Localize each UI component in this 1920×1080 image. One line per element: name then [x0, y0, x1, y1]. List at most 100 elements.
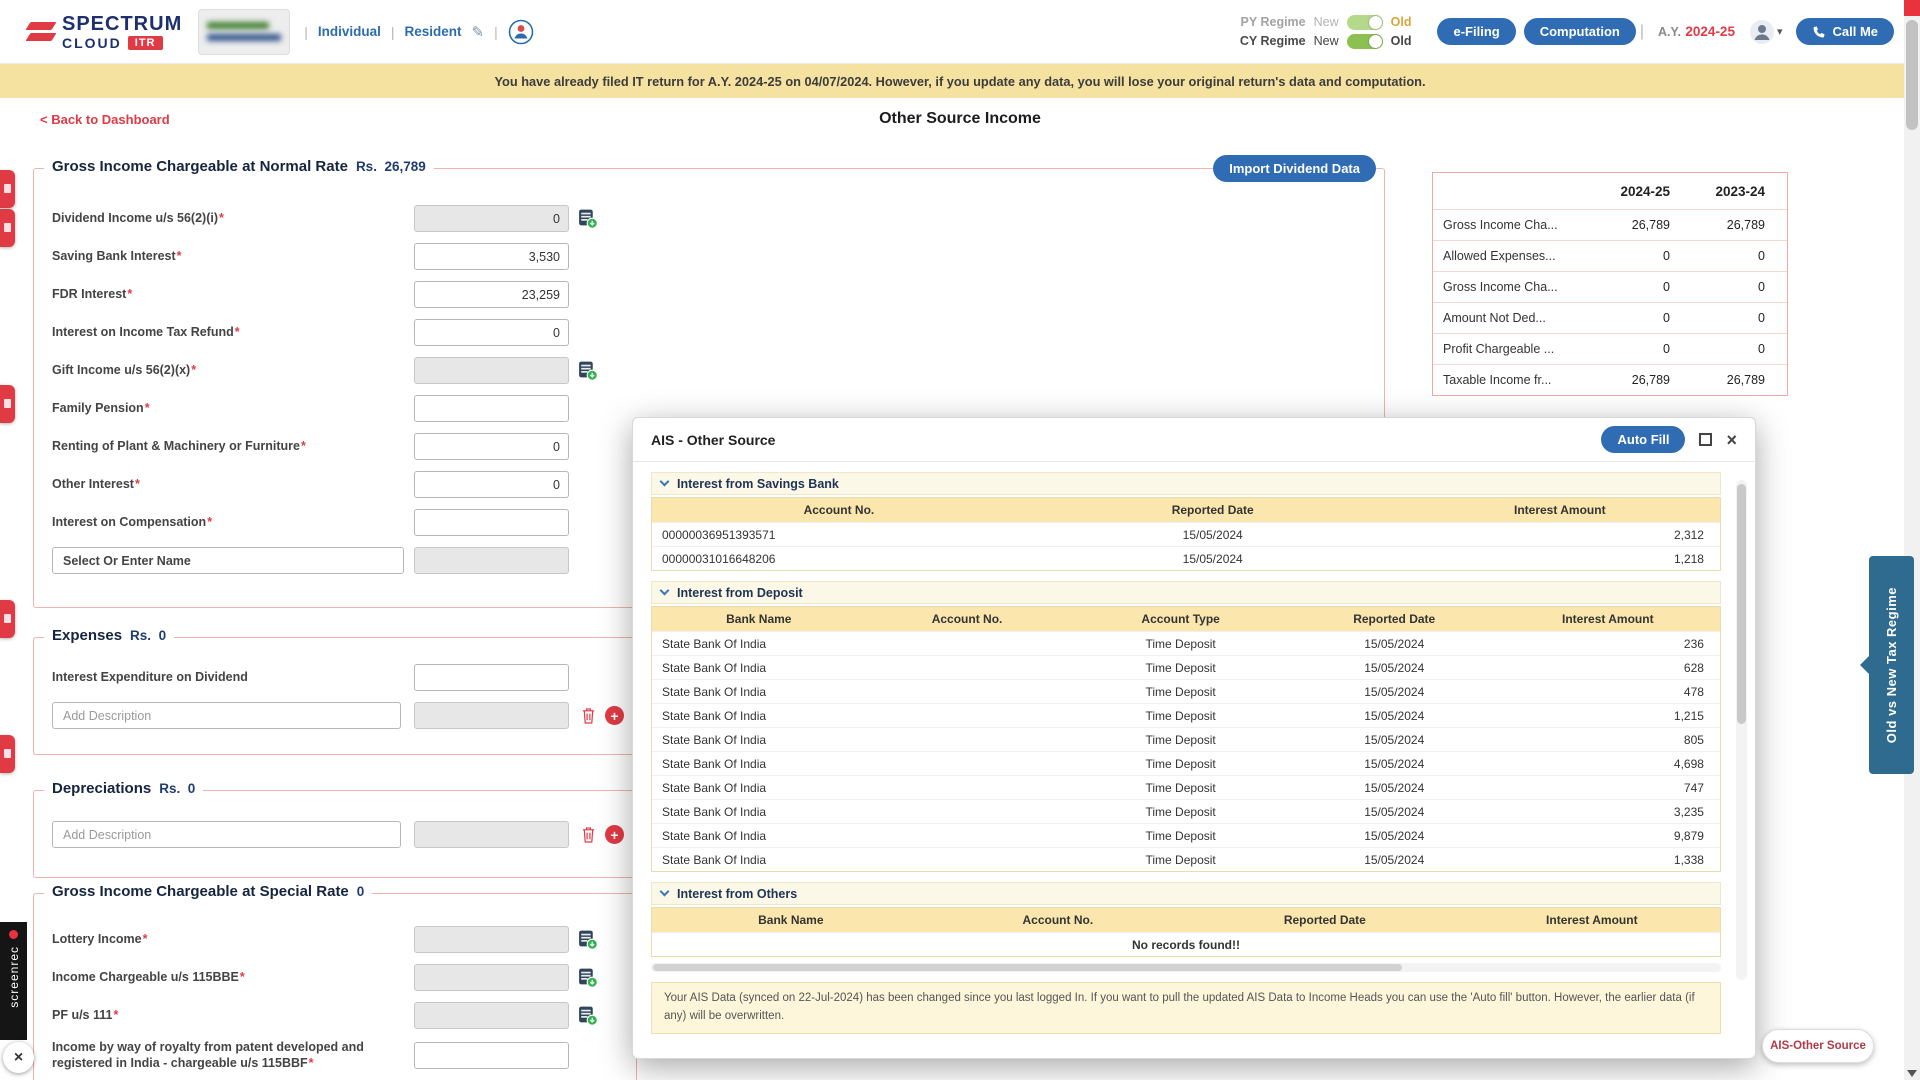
amount-input[interactable]	[414, 926, 569, 953]
col-account-no: Account No.	[866, 612, 1069, 626]
required-asterisk: *	[219, 211, 224, 225]
field-label: Gift Income u/s 56(2)(x)*	[52, 363, 414, 379]
delete-row-icon[interactable]	[581, 826, 596, 843]
efiling-button[interactable]: e-Filing	[1437, 18, 1515, 45]
import-data-icon[interactable]	[577, 360, 598, 381]
amount-input[interactable]: 23,259	[414, 281, 569, 308]
scrollbar-thumb[interactable]	[653, 964, 1402, 971]
col-interest-amount: Interest Amount	[1400, 503, 1720, 517]
amount-input[interactable]	[414, 547, 569, 574]
scrollbar-thumb[interactable]	[1737, 484, 1746, 724]
account-no-cell: 00000031016648206	[652, 552, 1026, 566]
amount-input[interactable]: 3,530	[414, 243, 569, 270]
auto-fill-button[interactable]: Auto Fill	[1601, 426, 1685, 453]
app-logo[interactable]: SPECTRUM CLOUD ITR	[28, 14, 182, 50]
delete-row-icon[interactable]	[581, 707, 596, 724]
nav-individual[interactable]: Individual	[318, 24, 381, 39]
comparison-row: Taxable Income fr... 26,789 26,789	[1433, 364, 1787, 395]
import-data-icon[interactable]	[577, 208, 598, 229]
import-data-icon[interactable]	[577, 1005, 598, 1026]
side-tab[interactable]	[0, 209, 15, 247]
reported-date-cell: 15/05/2024	[1293, 829, 1496, 843]
deposit-row: State Bank Of India Time Deposit 15/05/2…	[652, 679, 1720, 703]
modal-horizontal-scrollbar[interactable]	[651, 963, 1721, 972]
row-label: Profit Chargeable ...	[1443, 342, 1587, 356]
side-tab[interactable]	[0, 600, 15, 638]
side-tab[interactable]	[0, 735, 15, 773]
comparison-header-row: 2024-25 2023-24	[1433, 173, 1787, 209]
add-row-icon[interactable]: +	[605, 825, 624, 844]
edit-pencil-icon[interactable]: ✎	[472, 23, 485, 41]
add-row-icon[interactable]: +	[605, 706, 624, 725]
col-account-type: Account Type	[1069, 612, 1293, 626]
scroll-up-arrow[interactable]	[1904, 0, 1920, 16]
screenrec-close-button[interactable]: ×	[3, 1042, 34, 1073]
import-data-icon[interactable]	[577, 929, 598, 950]
app-screen: SPECTRUM CLOUD ITR | Individual | Reside…	[0, 0, 1920, 1080]
side-tab[interactable]	[0, 385, 15, 423]
form-row: Interest on Income Tax Refund* 0	[34, 319, 1384, 346]
amount-input[interactable]: 0	[414, 205, 569, 232]
select-or-enter-name-input[interactable]: Select Or Enter Name	[52, 547, 404, 574]
amount-input[interactable]	[414, 509, 569, 536]
amount-input[interactable]	[414, 702, 569, 729]
side-tab[interactable]	[0, 170, 15, 208]
screenrec-bar: screenrec	[0, 922, 27, 1040]
amount-input[interactable]	[414, 821, 569, 848]
bank-name-cell: State Bank Of India	[652, 781, 866, 795]
deposit-row: State Bank Of India Time Deposit 15/05/2…	[652, 703, 1720, 727]
computation-button[interactable]: Computation	[1524, 18, 1636, 45]
amount-input[interactable]	[414, 664, 569, 691]
maximize-icon[interactable]	[1699, 433, 1712, 446]
reported-date-cell: 15/05/2024	[1026, 528, 1400, 542]
others-section-header[interactable]: Interest from Others	[651, 882, 1721, 905]
deposit-row: State Bank Of India Time Deposit 15/05/2…	[652, 655, 1720, 679]
amount-input[interactable]	[414, 395, 569, 422]
scrollbar-thumb[interactable]	[1906, 20, 1918, 130]
account-type-cell: Time Deposit	[1069, 805, 1293, 819]
caret-down-icon[interactable]: ▾	[1777, 25, 1783, 38]
interest-amount-cell: 4,698	[1496, 757, 1720, 771]
amount-input[interactable]	[414, 1002, 569, 1029]
savings-row: 00000036951393571 15/05/2024 2,312	[652, 522, 1720, 546]
deposit-section-header[interactable]: Interest from Deposit	[651, 581, 1721, 604]
ais-other-source-tab[interactable]: AIS-Other Source	[1762, 1029, 1874, 1063]
chevron-down-icon	[660, 586, 670, 596]
old-vs-new-regime-banner[interactable]: Old vs New Tax Regime	[1869, 556, 1914, 774]
scroll-down-arrow[interactable]	[1907, 1070, 1917, 1077]
description-input[interactable]: Add Description	[52, 702, 401, 729]
back-to-dashboard-link[interactable]: < Back to Dashboard	[40, 112, 170, 127]
brand-spectrum: SPECTRUM	[62, 14, 182, 34]
blurred-user-badge[interactable]	[198, 9, 290, 55]
col-account-no: Account No.	[930, 913, 1186, 927]
close-icon[interactable]: ×	[1726, 431, 1737, 449]
amount-input[interactable]: 0	[414, 319, 569, 346]
import-data-icon[interactable]	[577, 967, 598, 988]
modal-vertical-scrollbar[interactable]	[1736, 480, 1747, 980]
amount-input[interactable]	[414, 357, 569, 384]
nav-resident[interactable]: Resident	[405, 24, 462, 39]
import-dividend-data-button[interactable]: Import Dividend Data	[1213, 155, 1376, 182]
expenses-section: Expenses Rs. 0 Interest Expenditure on D…	[33, 637, 637, 755]
section-label: Interest from Deposit	[677, 586, 803, 600]
amount-input[interactable]: 0	[414, 433, 569, 460]
call-me-button[interactable]: Call Me	[1796, 18, 1894, 45]
amount-input[interactable]	[414, 964, 569, 991]
modal-titlebar: AIS - Other Source Auto Fill ×	[633, 418, 1755, 462]
description-input[interactable]: Add Description	[52, 821, 401, 848]
required-asterisk: *	[235, 325, 240, 339]
py-regime-toggle[interactable]	[1347, 15, 1383, 30]
cy-regime-toggle[interactable]	[1347, 34, 1383, 49]
section-title: Expenses	[52, 627, 122, 644]
amount-input[interactable]	[414, 1042, 569, 1069]
interest-amount-cell: 1,338	[1496, 853, 1720, 867]
bank-name-cell: State Bank Of India	[652, 805, 866, 819]
field-label: Lottery Income*	[52, 932, 414, 948]
savings-section-header[interactable]: Interest from Savings Bank	[651, 472, 1721, 495]
taxpayer-profile-icon[interactable]	[508, 19, 534, 45]
recording-dot-icon	[9, 930, 18, 939]
user-avatar-icon[interactable]	[1749, 19, 1775, 45]
value-2023-24: 0	[1682, 280, 1777, 294]
amount-input[interactable]: 0	[414, 471, 569, 498]
page-scrollbar[interactable]	[1904, 0, 1920, 1080]
